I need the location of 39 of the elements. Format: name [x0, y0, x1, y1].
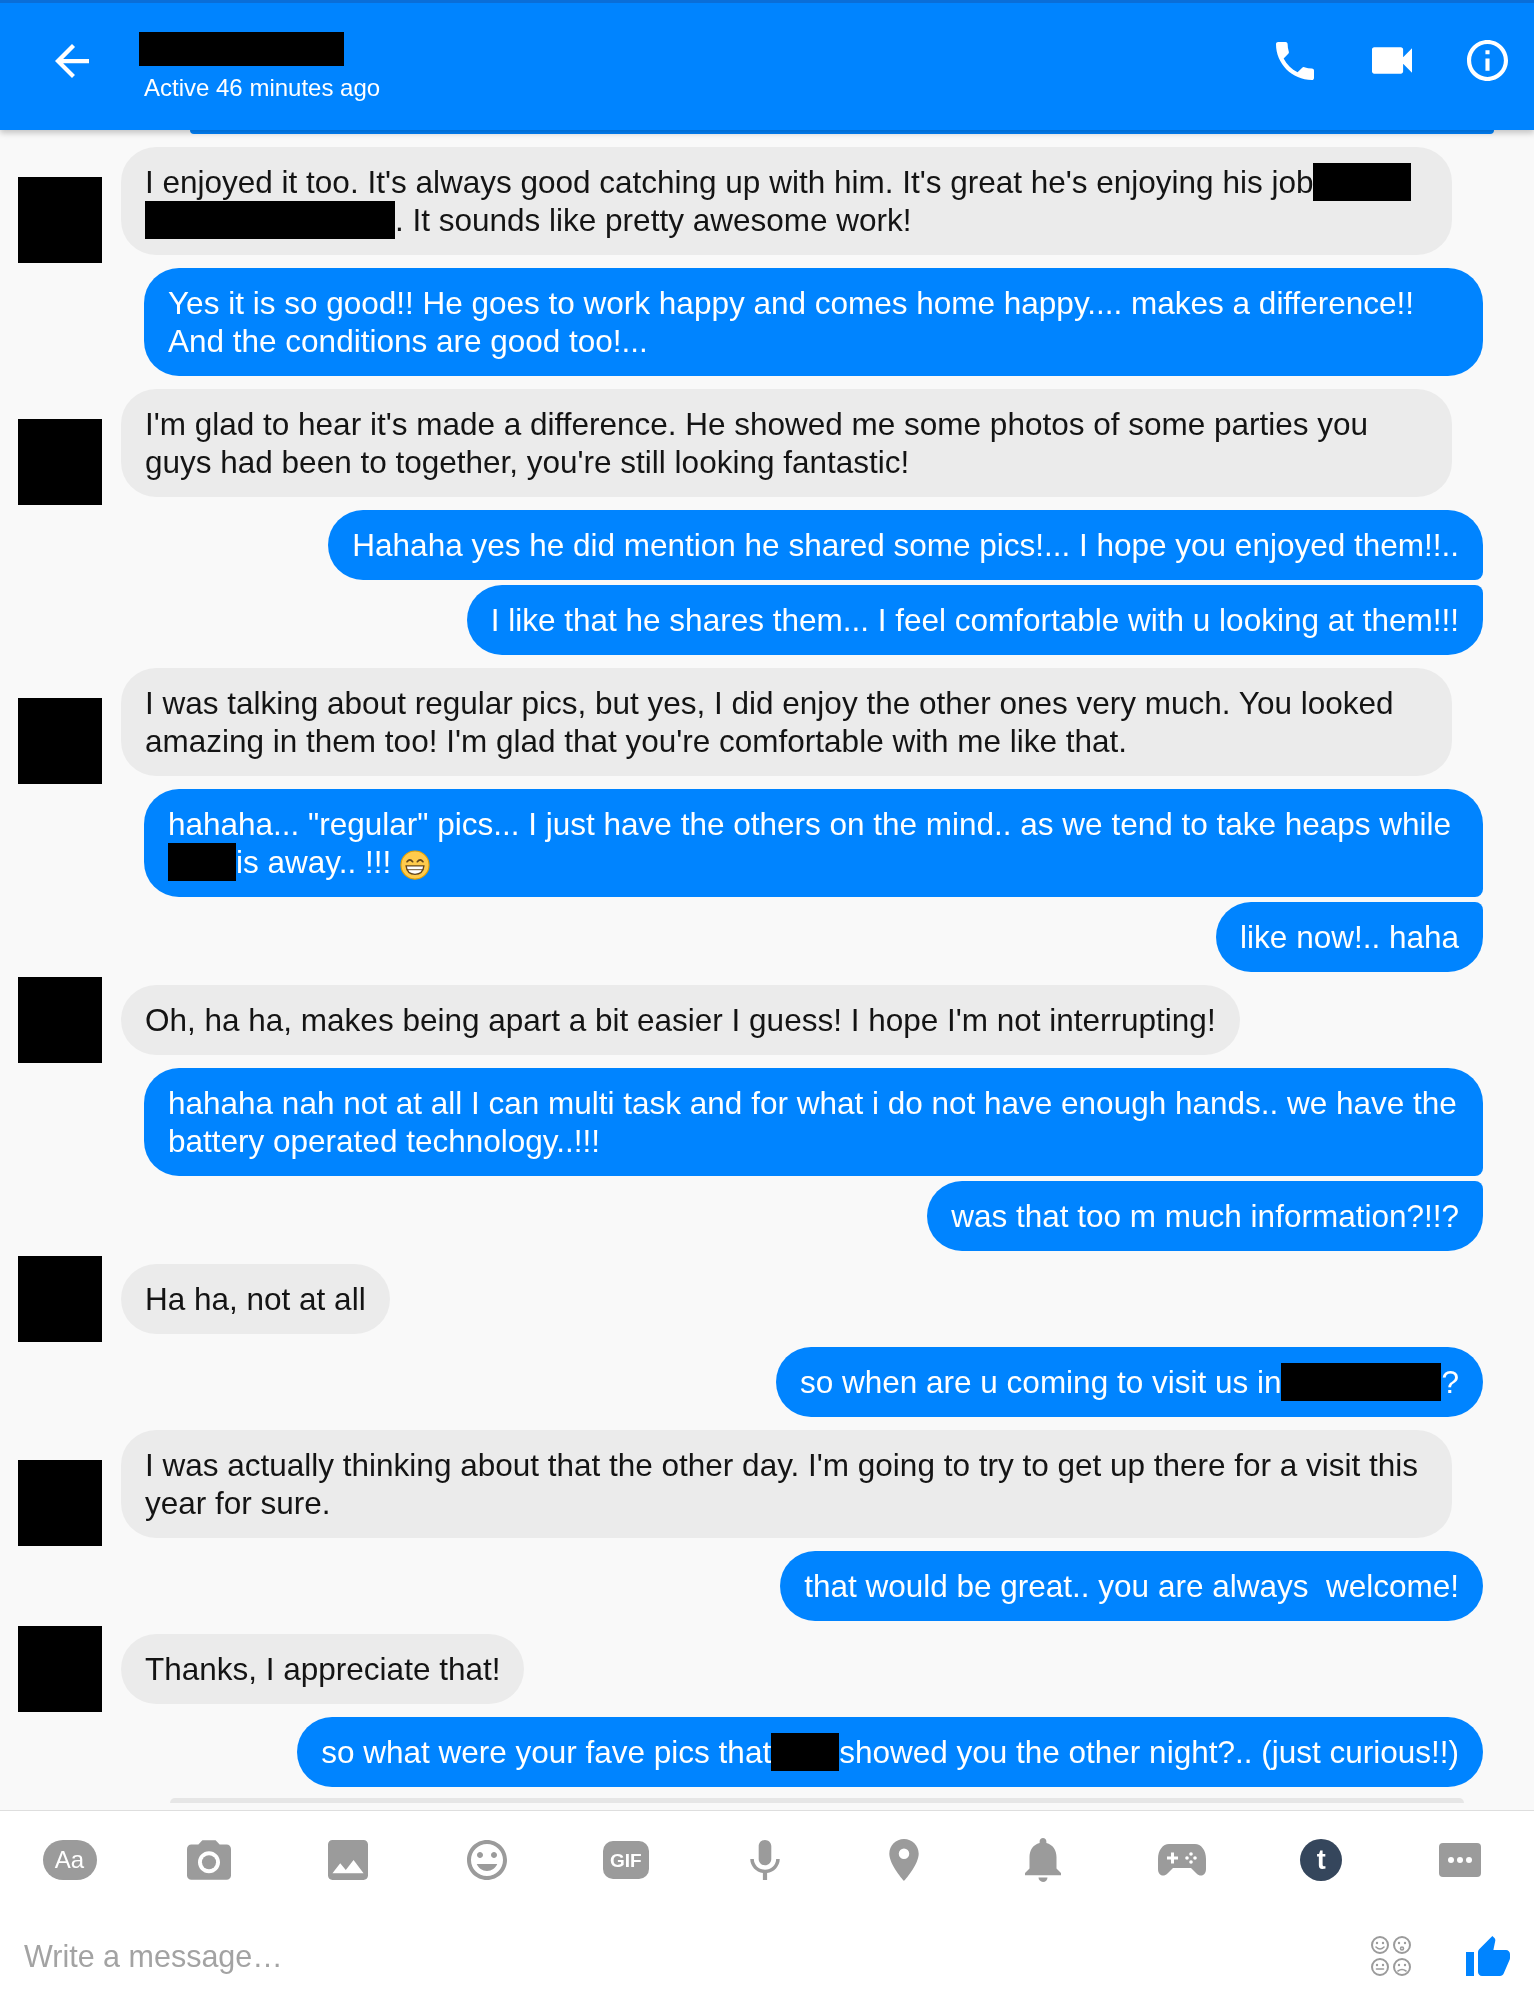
- phone-icon[interactable]: [1276, 41, 1314, 80]
- info-icon[interactable]: [1467, 40, 1508, 81]
- message-text: Thanks, I appreciate that!: [145, 1650, 501, 1688]
- message-text: hahaha nah not at all I can multi task and for what i do not have enough hands.. we have the battery operated technology..!!!: [168, 1084, 1458, 1160]
- microphone-icon[interactable]: [750, 1840, 780, 1880]
- message-text: so what were your fave pics that showed you the other night?.. (just curious!!): [321, 1733, 1459, 1771]
- camera-icon[interactable]: [186, 1840, 231, 1880]
- message-text: Oh, ha ha, makes being apart a bit easier I guess! I hope I'm not interrupting!: [145, 1001, 1216, 1039]
- letter-t-button[interactable]: t: [1300, 1839, 1343, 1881]
- message-text: I was talking about regular pics, but yes, I did enjoy the other ones very much. You looked amazing in them too! I'm glad that you're comfortable with me like that.: [145, 684, 1395, 760]
- message-text: I'm glad to hear it's made a difference. He showed me some photos of some parties you guys had been to together, you're still looking fantastic!: [145, 405, 1370, 481]
- message-text: Yes it is so good!! He goes to work happy and comes home happy.... makes a difference!! And the conditions are good too!...: [168, 284, 1416, 360]
- message-text: Hahaha yes he did mention he shared some pics!... I hope you enjoyed them!!..: [352, 526, 1459, 564]
- message-text: was that too m much information?!!?: [951, 1197, 1459, 1235]
- grinning-face-icon: [399, 849, 430, 880]
- message-text: hahaha... "regular" pics... I just have the others on the mind.. as we tend to take heaps while is away.. !!!: [168, 805, 1453, 881]
- bell-icon[interactable]: [1025, 1838, 1062, 1882]
- video-camera-icon[interactable]: [1372, 47, 1412, 74]
- location-pin-icon[interactable]: [889, 1839, 920, 1881]
- image-icon[interactable]: [327, 1840, 368, 1880]
- smiley-icon[interactable]: [466, 1840, 507, 1880]
- text-style-button[interactable]: Aa: [42, 1840, 97, 1880]
- message-text: I enjoyed it too. It's always good catching up with him. It's great he's enjoying his job . It sounds like pretty awesome work!: [145, 163, 1428, 239]
- more-icon[interactable]: [1439, 1843, 1482, 1877]
- active-status: Active 46 minutes ago: [144, 73, 381, 102]
- redaction-block: [168, 843, 236, 881]
- game-controller-icon[interactable]: [1158, 1843, 1207, 1877]
- message-text: I was actually thinking about that the other day. I'm going to try to get up there for a visit this year for sure.: [145, 1446, 1420, 1522]
- message-text: that would be great.. you are always welcome!: [804, 1567, 1459, 1605]
- message-text: Ha ha, not at all: [145, 1280, 366, 1318]
- redaction-block: [771, 1733, 840, 1771]
- thumbs-up-icon[interactable]: [1466, 1936, 1510, 1976]
- message-input[interactable]: Write a message…: [0, 1926, 1371, 1986]
- message-text: like now!.. haha: [1240, 918, 1459, 956]
- emoji-faces-icon[interactable]: [1371, 1936, 1411, 1976]
- message-text: I like that he shares them... I feel comfortable with u looking at them!!!: [490, 601, 1459, 639]
- message-text: so when are u coming to visit us in ?: [800, 1363, 1459, 1401]
- gif-button[interactable]: GIF: [602, 1841, 649, 1879]
- back-arrow-icon[interactable]: [55, 43, 89, 78]
